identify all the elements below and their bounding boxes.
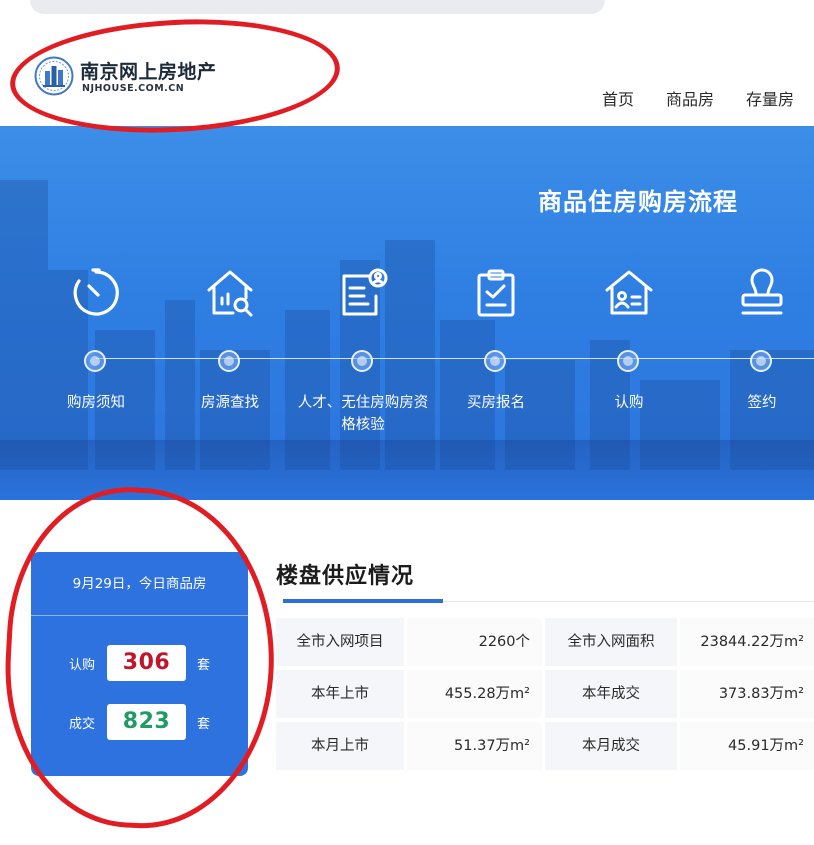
house-search-icon: [207, 270, 253, 317]
table-label-cell: 本月上市: [276, 722, 404, 770]
step-label: 买房报名: [467, 395, 525, 411]
table-label-cell: 本年成交: [545, 670, 677, 718]
process-step-search[interactable]: 房源查找: [160, 266, 300, 411]
table-value-cell: 51.37万m²: [407, 722, 542, 770]
process-step-registration[interactable]: 买房报名: [426, 266, 566, 411]
timeline-node: [218, 350, 240, 372]
table-value-cell: 373.83万m²: [680, 670, 814, 718]
step-label: 认购: [614, 395, 644, 411]
timeline-node: [84, 350, 106, 372]
stat-unit: 套: [197, 658, 211, 673]
stat-row-transacted: 成交 823 套: [31, 704, 248, 740]
stat-label: 认购: [69, 658, 96, 673]
process-step-signing[interactable]: 签约: [692, 266, 814, 411]
section-divider: [443, 601, 814, 602]
process-step-notice[interactable]: 购房须知: [26, 266, 166, 411]
timeline-node: [351, 350, 373, 372]
timer-icon: [73, 268, 119, 316]
stamp-icon: [741, 268, 783, 315]
site-header: 南京网上房地产 NJHOUSE.COM.CN 首页 商品房 存量房: [0, 22, 814, 122]
table-value-cell: 45.91万m²: [680, 722, 814, 770]
house-id-icon: [605, 270, 653, 315]
table-value-cell: 2260个: [407, 618, 542, 666]
main-nav: 首页 商品房 存量房: [602, 86, 794, 110]
logo-emblem-icon: [34, 56, 74, 96]
top-strip: [30, 0, 605, 14]
step-label: 购房须知: [67, 395, 125, 411]
stat-row-subscribed: 认购 306 套: [31, 645, 248, 681]
supply-section-title: 楼盘供应情况: [276, 564, 415, 589]
table-label-cell: 全市入网面积: [545, 618, 677, 666]
document-verify-icon: [342, 268, 388, 316]
step-label: 签约: [747, 395, 777, 411]
nav-item-home[interactable]: 首页: [602, 86, 634, 110]
site-title: 南京网上房地产: [80, 61, 217, 83]
nav-item-new-homes[interactable]: 商品房: [666, 86, 714, 110]
banner-title: 商品住房购房流程: [538, 188, 738, 216]
table-value-cell: 455.28万m²: [407, 670, 542, 718]
subscribed-count: 306: [107, 645, 186, 681]
purchase-process-banner: 商品住房购房流程 购房须知 房源查找 人才、无住房购房资格核验 买房报名 认购 …: [0, 126, 814, 500]
process-step-qualification[interactable]: 人才、无住房购房资格核验: [293, 266, 433, 433]
site-logo[interactable]: 南京网上房地产 NJHOUSE.COM.CN: [34, 56, 244, 114]
table-row: 本年上市 455.28万m² 本年成交 373.83万m²: [276, 670, 814, 718]
process-timeline: [96, 358, 814, 359]
table-value-cell: 23844.22万m²: [680, 618, 814, 666]
timeline-node: [617, 350, 639, 372]
table-label-cell: 本年上市: [276, 670, 404, 718]
timeline-node: [484, 350, 506, 372]
step-label: 房源查找: [201, 395, 259, 411]
site-domain: NJHOUSE.COM.CN: [82, 83, 185, 94]
water-reflection: [0, 440, 814, 500]
table-row: 全市入网项目 2260个 全市入网面积 23844.22万m²: [276, 618, 814, 666]
transacted-count: 823: [107, 704, 186, 740]
stat-label: 成交: [69, 717, 96, 732]
table-label-cell: 本月成交: [545, 722, 677, 770]
section-title-underline: [283, 599, 443, 603]
table-row: 本月上市 51.37万m² 本月成交 45.91万m²: [276, 722, 814, 770]
stats-date-header: 9月29日，今日商品房: [31, 552, 248, 616]
step-label: 人才、无住房购房资格核验: [297, 395, 429, 433]
today-stats-card: 9月29日，今日商品房 认购 306 套 成交 823 套: [31, 552, 248, 776]
table-label-cell: 全市入网项目: [276, 618, 404, 666]
timeline-node: [750, 350, 772, 372]
clipboard-check-icon: [477, 269, 515, 317]
stat-unit: 套: [197, 717, 211, 732]
process-step-subscription[interactable]: 认购: [559, 266, 699, 411]
nav-item-resale-homes[interactable]: 存量房: [746, 86, 794, 110]
